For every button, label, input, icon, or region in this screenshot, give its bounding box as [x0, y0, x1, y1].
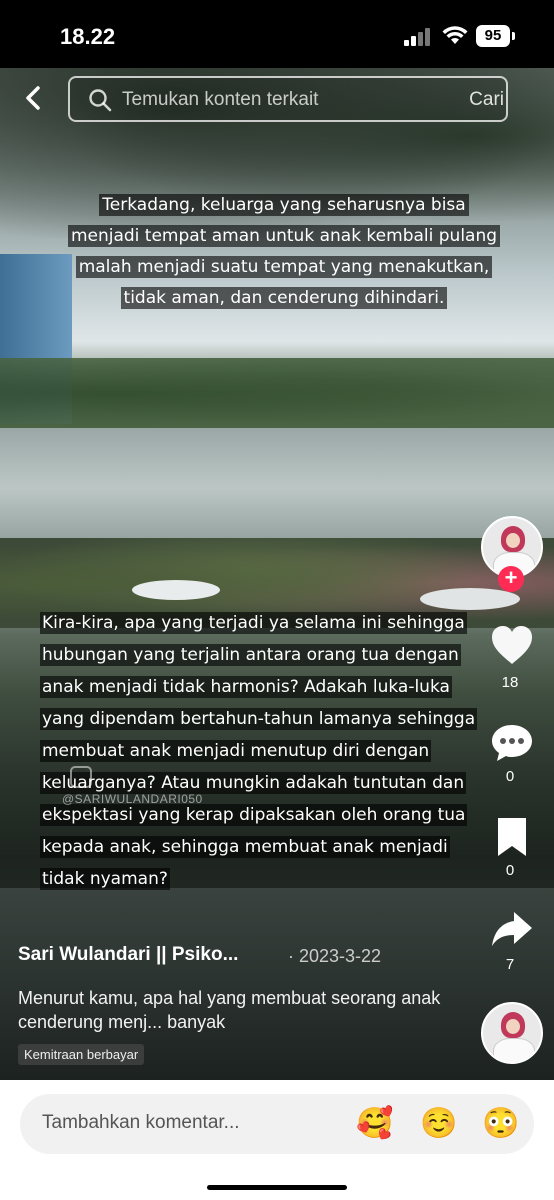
- like-count: 18: [501, 674, 519, 691]
- status-bar: 18.22 95: [0, 0, 554, 68]
- comment-placeholder: Tambahkan komentar...: [42, 1112, 240, 1133]
- status-time: 18.22: [60, 24, 116, 49]
- share-count: 7: [505, 956, 515, 973]
- avatar-body: [493, 1038, 535, 1062]
- battery-cap: [512, 32, 515, 40]
- author-name[interactable]: Sari Wulandari || Psiko...: [18, 944, 238, 966]
- emoji-smiling-hearts[interactable]: 🥰: [356, 1106, 393, 1142]
- follow-plus-icon[interactable]: +: [498, 566, 524, 592]
- share-arrow-icon[interactable]: [490, 908, 534, 950]
- heart-icon[interactable]: [490, 624, 534, 666]
- comment-bar: Tambahkan komentar... 🥰 ☺️ 😳: [0, 1080, 554, 1200]
- search-input[interactable]: Temukan konten terkait Cari: [68, 76, 508, 122]
- back-arrow-icon[interactable]: [20, 80, 46, 116]
- video-caption-bottom: Kira-kira, apa yang terjadi ya selama in…: [40, 607, 492, 895]
- comment-bubble-icon[interactable]: [490, 722, 534, 764]
- emoji-flushed[interactable]: 😳: [482, 1106, 519, 1142]
- paid-partnership-badge: Kemitraan berbayar: [18, 1044, 145, 1065]
- scene-table: [132, 580, 220, 600]
- scene-treeline: [0, 358, 554, 428]
- comment-count: 0: [505, 768, 515, 785]
- search-button[interactable]: Cari: [469, 89, 504, 111]
- save-count: 0: [505, 862, 515, 879]
- home-indicator: [207, 1185, 347, 1190]
- search-placeholder: Temukan konten terkait: [122, 89, 319, 110]
- wifi-icon: [442, 26, 468, 44]
- caption-bottom-text: Kira-kira, apa yang terjadi ya selama in…: [40, 612, 478, 890]
- emoji-smiling[interactable]: ☺️: [420, 1106, 457, 1142]
- watermark-logo-icon: [70, 766, 92, 788]
- comment-input[interactable]: Tambahkan komentar... 🥰 ☺️ 😳: [20, 1094, 534, 1154]
- caption-top-text: Terkadang, keluarga yang seharusnya bisa…: [67, 194, 501, 309]
- bookmark-icon[interactable]: [490, 816, 534, 858]
- sound-avatar[interactable]: [481, 1002, 543, 1064]
- scene-lake: [0, 428, 554, 548]
- video-watermark: @SARIWULANDARI050: [62, 792, 203, 806]
- search-icon: [89, 89, 112, 112]
- post-description[interactable]: Menurut kamu, apa hal yang membuat seora…: [18, 986, 448, 1034]
- post-date: · 2023-3-22: [288, 946, 382, 966]
- avatar-face: [506, 533, 520, 548]
- video-caption-top: Terkadang, keluarga yang seharusnya bisa…: [64, 190, 504, 314]
- cellular-signal-icon: [404, 28, 430, 46]
- avatar-face: [506, 1019, 520, 1034]
- battery-level: 95: [476, 25, 510, 47]
- search-header: Temukan konten terkait Cari: [0, 68, 554, 128]
